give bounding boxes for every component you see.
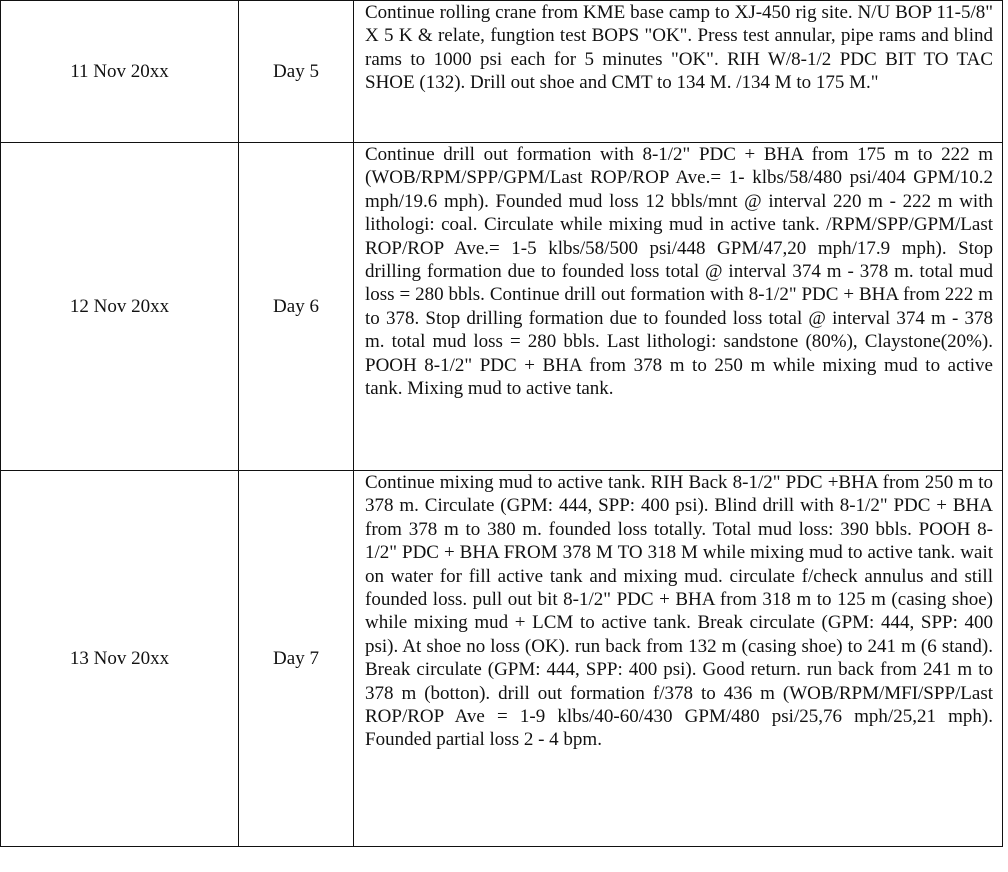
table-row: 12 Nov 20xx Day 6 Continue drill out for… — [0, 142, 1003, 471]
date-cell: 13 Nov 20xx — [0, 470, 239, 847]
date-cell: 11 Nov 20xx — [0, 0, 239, 143]
day-cell: Day 7 — [238, 470, 354, 847]
day-cell: Day 6 — [238, 142, 354, 471]
activity-cell: Continue drill out formation with 8-1/2"… — [353, 142, 1003, 471]
activity-cell: Continue mixing mud to active tank. RIH … — [353, 470, 1003, 847]
activity-cell: Continue rolling crane from KME base cam… — [353, 0, 1003, 143]
day-cell: Day 5 — [238, 0, 354, 143]
date-cell: 12 Nov 20xx — [0, 142, 239, 471]
table-row: 11 Nov 20xx Day 5 Continue rolling crane… — [0, 0, 1003, 143]
table-row: 13 Nov 20xx Day 7 Continue mixing mud to… — [0, 470, 1003, 847]
drilling-report-table: 11 Nov 20xx Day 5 Continue rolling crane… — [0, 0, 1003, 847]
